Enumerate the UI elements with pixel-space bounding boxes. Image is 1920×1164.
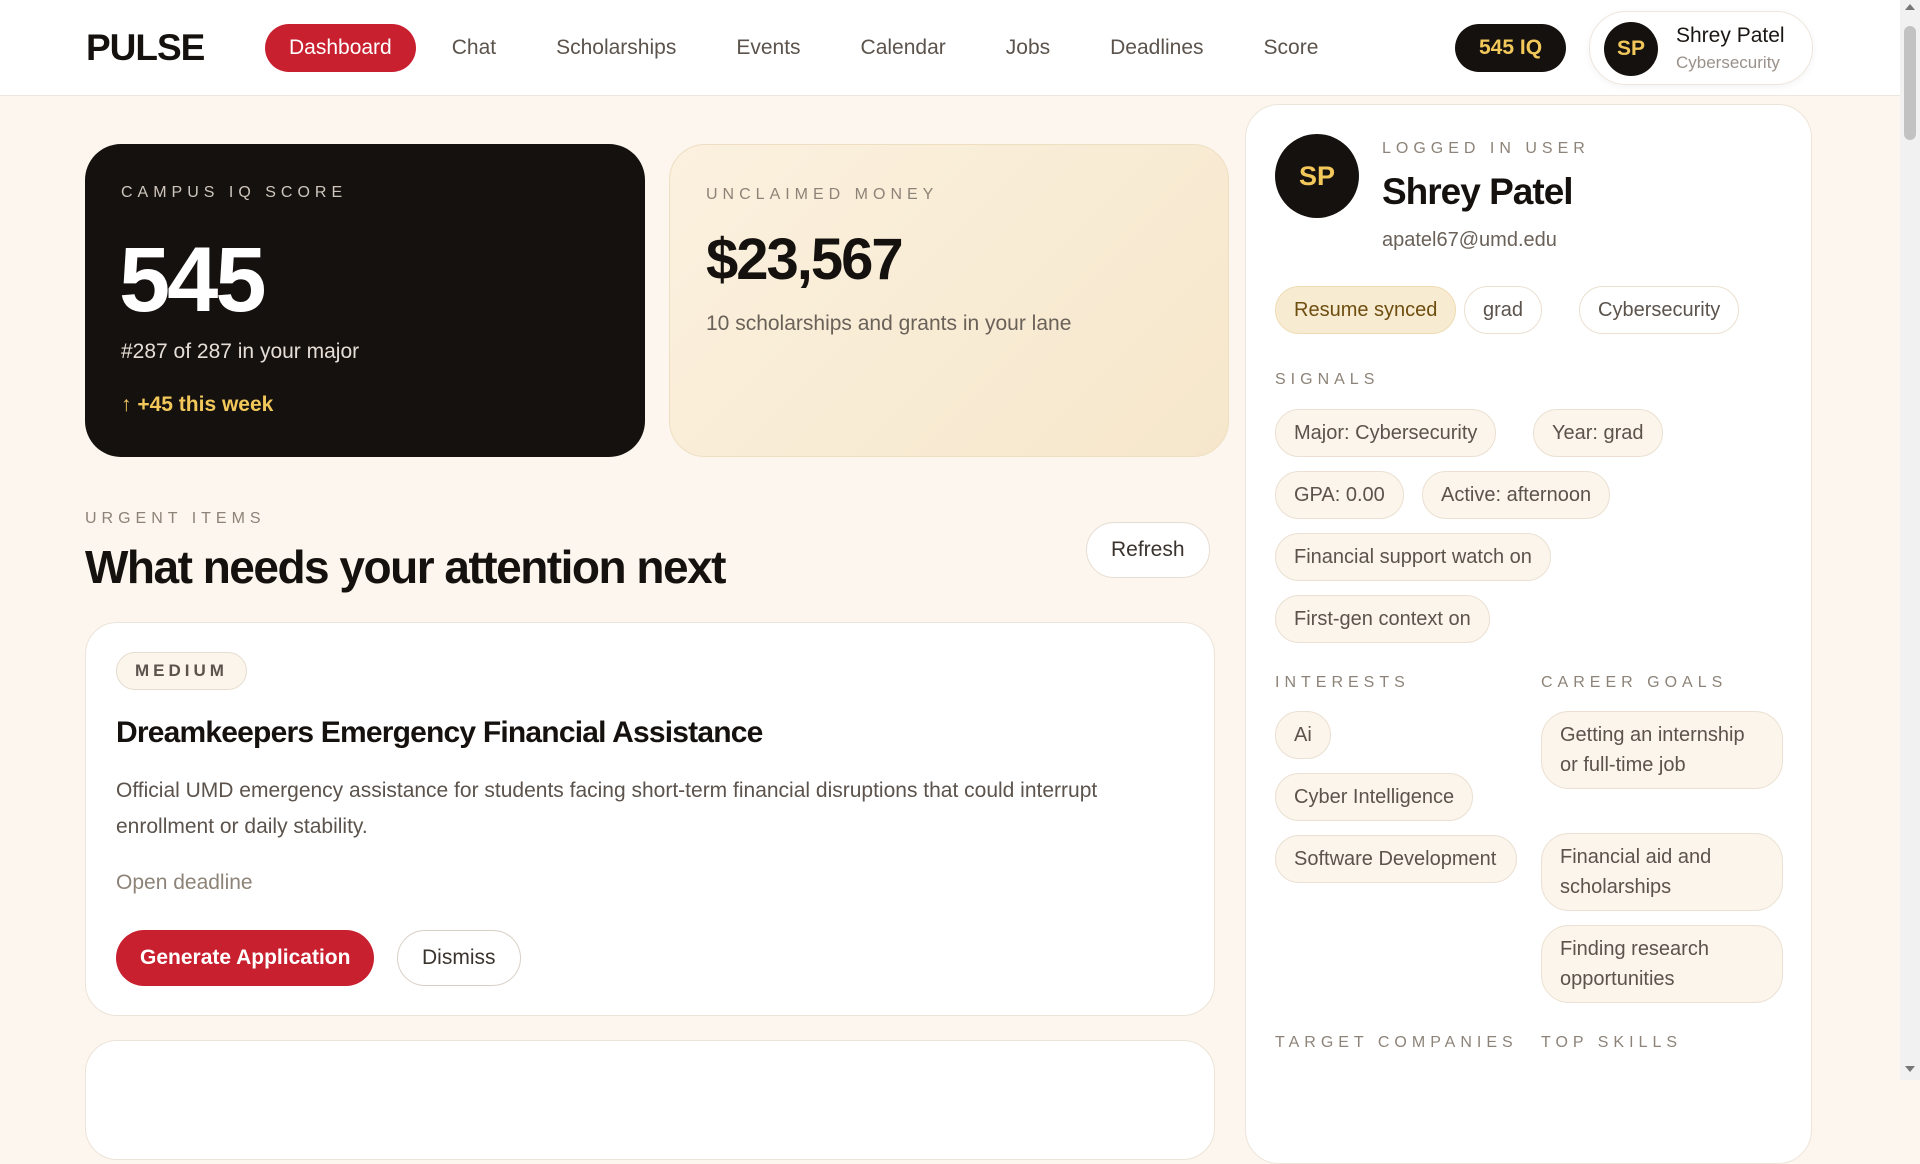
nav-calendar[interactable]: Calendar <box>837 24 970 72</box>
page-scrollbar[interactable] <box>1900 0 1920 1080</box>
refresh-button[interactable]: Refresh <box>1086 522 1210 578</box>
tag-major[interactable]: Cybersecurity <box>1579 286 1740 334</box>
interest-chip: Software Development <box>1275 835 1517 883</box>
nav-links: Dashboard Chat Scholarships Events Calen… <box>265 24 1354 72</box>
scroll-up-arrow-icon[interactable] <box>1905 4 1915 10</box>
dismiss-button[interactable]: Dismiss <box>397 930 521 986</box>
interest-chip: Cyber Intelligence <box>1275 773 1474 821</box>
nav-events[interactable]: Events <box>712 24 824 72</box>
score-rank: #287 of 287 in your major <box>121 340 360 363</box>
profile-email: apatel67@umd.edu <box>1382 229 1557 251</box>
career-goal-chip: Getting an internship or full-time job <box>1541 711 1783 789</box>
top-skills-label: TOP SKILLS <box>1541 1034 1683 1051</box>
score-trend: ↑ +45 this week <box>121 393 274 416</box>
scroll-down-arrow-icon[interactable] <box>1905 1066 1915 1072</box>
item-title: Dreamkeepers Emergency Financial Assista… <box>116 716 763 749</box>
avatar: SP <box>1275 134 1359 218</box>
money-eyebrow: UNCLAIMED MONEY <box>706 186 939 203</box>
nav-dashboard[interactable]: Dashboard <box>265 24 416 72</box>
profile-panel: SP LOGGED IN USER Shrey Patel apatel67@u… <box>1245 104 1812 1164</box>
app-logo[interactable]: PULSE <box>86 27 205 69</box>
top-nav: PULSE Dashboard Chat Scholarships Events… <box>0 0 1900 96</box>
user-menu-chip[interactable]: SP Shrey Patel Cybersecurity <box>1589 11 1813 85</box>
career-goals-label: CAREER GOALS <box>1541 674 1728 691</box>
tag-year[interactable]: grad <box>1464 286 1543 334</box>
tag-resume-synced[interactable]: Resume synced <box>1275 286 1457 334</box>
nav-deadlines[interactable]: Deadlines <box>1086 24 1227 72</box>
signal-chip: Financial support watch on <box>1275 533 1551 581</box>
priority-badge: MEDIUM <box>116 652 247 690</box>
iq-score-pill[interactable]: 545 IQ <box>1455 24 1567 72</box>
signal-chip: Year: grad <box>1533 409 1663 457</box>
nav-scholarships[interactable]: Scholarships <box>532 24 700 72</box>
generate-application-button[interactable]: Generate Application <box>116 930 375 986</box>
signal-chip: Major: Cybersecurity <box>1275 409 1497 457</box>
logged-in-label: LOGGED IN USER <box>1382 140 1590 157</box>
avatar: SP <box>1604 22 1658 76</box>
money-amount: $23,567 <box>706 227 904 292</box>
score-value: 545 <box>119 229 266 331</box>
signal-chip: Active: afternoon <box>1422 471 1611 519</box>
signal-chip: First-gen context on <box>1275 595 1490 643</box>
user-name: Shrey Patel <box>1676 24 1785 47</box>
item-description: Official UMD emergency assistance for st… <box>116 779 1098 838</box>
urgent-item-card-partial <box>85 1040 1215 1160</box>
score-eyebrow: CAMPUS IQ SCORE <box>121 184 348 201</box>
urgent-item-card: MEDIUM Dreamkeepers Emergency Financial … <box>85 622 1215 1016</box>
scroll-thumb[interactable] <box>1904 26 1916 140</box>
nav-chat[interactable]: Chat <box>428 24 520 72</box>
urgent-eyebrow: URGENT ITEMS <box>85 510 266 527</box>
unclaimed-money-card[interactable]: UNCLAIMED MONEY $23,567 10 scholarships … <box>669 144 1229 457</box>
nav-score[interactable]: Score <box>1240 24 1343 72</box>
career-goal-chip: Financial aid and scholarships <box>1541 833 1783 911</box>
interests-label: INTERESTS <box>1275 674 1410 691</box>
target-companies-label: TARGET COMPANIES <box>1275 1034 1518 1051</box>
money-subtitle: 10 scholarships and grants in your lane <box>706 312 1072 335</box>
profile-name: Shrey Patel <box>1382 171 1574 212</box>
user-major: Cybersecurity <box>1676 53 1780 72</box>
campus-iq-score-card: CAMPUS IQ SCORE 545 #287 of 287 in your … <box>85 144 645 457</box>
nav-jobs[interactable]: Jobs <box>982 24 1074 72</box>
urgent-title: What needs your attention next <box>85 541 726 593</box>
career-goal-chip: Finding research opportunities <box>1541 925 1783 1003</box>
signals-label: SIGNALS <box>1275 371 1380 388</box>
signal-chip: GPA: 0.00 <box>1275 471 1404 519</box>
interest-chip: Ai <box>1275 711 1331 759</box>
item-deadline: Open deadline <box>116 871 253 894</box>
